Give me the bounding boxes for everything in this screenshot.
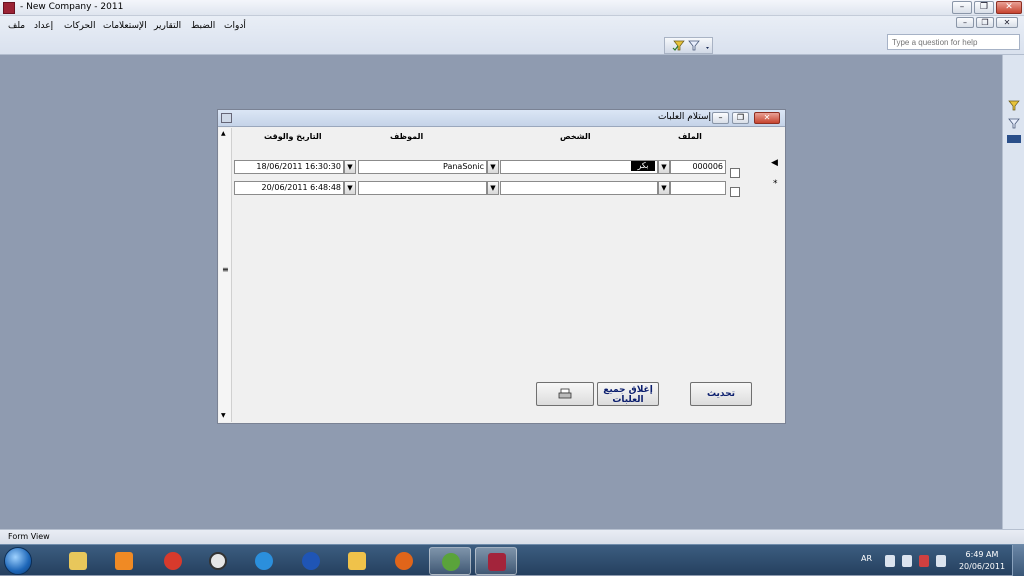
taskbar-live-messenger[interactable] — [429, 547, 471, 575]
row-checkbox[interactable] — [730, 168, 740, 178]
form-restore-button[interactable]: ❐ — [732, 112, 749, 124]
start-button[interactable] — [4, 547, 32, 575]
language-indicator[interactable]: AR — [861, 554, 872, 563]
row-checkbox[interactable] — [730, 187, 740, 197]
employee-dropdown-icon[interactable]: ▼ — [487, 160, 499, 174]
access-app-icon[interactable] — [3, 2, 15, 14]
header-datetime: التاريخ والوقت — [264, 132, 322, 141]
menu-settings[interactable]: الضبط — [191, 21, 215, 31]
menu-setup[interactable]: إعداد — [34, 21, 53, 31]
form-title: إستلام العلبات — [657, 112, 711, 122]
minimize-button[interactable]: – — [952, 1, 972, 14]
file-field[interactable] — [670, 181, 726, 195]
taskbar-explorer[interactable] — [57, 547, 99, 575]
record-selector-current-icon[interactable]: ◀ — [771, 158, 778, 168]
messenger-icon — [302, 552, 320, 570]
scroll-up-icon[interactable]: ▲ — [221, 130, 226, 137]
filter-icon[interactable] — [688, 40, 700, 51]
taskbar-pin[interactable] — [152, 547, 194, 575]
window-title: - New Company - 2011 — [20, 2, 124, 12]
form-minimize-button[interactable]: – — [712, 112, 729, 124]
clock-icon — [209, 552, 227, 570]
header-person: الشخص — [560, 132, 591, 141]
toolbar-options-icon[interactable] — [706, 47, 709, 49]
pushpin-icon — [164, 552, 182, 570]
datetime-field[interactable]: 18/06/2011 16:30:30 — [234, 160, 344, 174]
folder-icon — [69, 552, 87, 570]
taskbar-access[interactable] — [475, 547, 517, 575]
close-button[interactable]: ✕ — [996, 1, 1022, 14]
scroll-thumb[interactable]: ≡ — [222, 265, 229, 274]
menu-reports[interactable]: التقارير — [154, 21, 181, 31]
view-mode-text: Form View — [8, 532, 50, 541]
docked-toolbar — [1002, 55, 1024, 529]
person-field[interactable] — [500, 181, 658, 195]
record-selector-new-icon[interactable]: * — [773, 179, 778, 189]
filter-toolbar — [664, 37, 713, 54]
taskbar-media[interactable] — [103, 547, 145, 575]
doc-restore-button[interactable]: ❐ — [976, 17, 994, 28]
menu-file[interactable]: ملف — [8, 21, 25, 31]
datetime-field[interactable]: 20/06/2011 6:48:48 — [234, 181, 344, 195]
scroll-down-icon[interactable]: ▼ — [221, 412, 226, 419]
printer-icon — [558, 388, 572, 399]
menu-tools[interactable]: أدوات — [224, 21, 246, 31]
menu-bar: ملف إعداد الحركات الإستعلامات التقارير ا… — [0, 16, 1024, 55]
mail-icon — [348, 552, 366, 570]
restore-button[interactable]: ❐ — [974, 1, 994, 14]
help-search-input[interactable] — [887, 34, 1020, 50]
employee-field[interactable]: PanaSonic — [358, 160, 487, 174]
form-icon[interactable] — [221, 113, 232, 123]
title-bar: - New Company - 2011 – ❐ ✕ — [0, 0, 1024, 16]
taskbar-mail[interactable] — [336, 547, 378, 575]
status-bar: Form View — [0, 529, 1024, 544]
form-body: ▲ ≡ ▼ الملف الشخص الموظف التاريخ والوقت … — [218, 127, 785, 423]
form-window: إستلام العلبات – ❐ ✕ ▲ ≡ ▼ الملف الشخص ا… — [217, 109, 786, 424]
datetime-dropdown-icon[interactable]: ▼ — [344, 160, 356, 174]
taskbar-clock[interactable] — [197, 547, 239, 575]
toolbar-options-icon[interactable] — [1007, 135, 1021, 143]
taskbar-firefox[interactable] — [383, 547, 425, 575]
internet-explorer-icon — [255, 552, 273, 570]
network-icon[interactable] — [919, 555, 929, 567]
person-dropdown-icon[interactable]: ▼ — [658, 181, 670, 195]
close-all-button[interactable]: إغلاق جميع العلبات — [597, 382, 659, 406]
header-file: الملف — [678, 132, 702, 141]
taskbar: AR 6:49 AM 20/06/2011 — [0, 544, 1024, 576]
clock-date[interactable]: 20/06/2011 — [958, 562, 1006, 571]
volume-icon[interactable] — [936, 555, 946, 567]
taskbar-ie[interactable] — [243, 547, 285, 575]
employee-dropdown-icon[interactable]: ▼ — [487, 181, 499, 195]
doc-close-button[interactable]: ✕ — [996, 17, 1018, 28]
vertical-scrollbar[interactable]: ▲ ≡ ▼ — [219, 128, 232, 422]
menu-queries[interactable]: الإستعلامات — [103, 21, 147, 31]
header-employee: الموظف — [390, 132, 424, 141]
refresh-button[interactable]: تحديث — [690, 382, 752, 406]
filter-icon[interactable] — [1008, 118, 1020, 129]
show-desktop-button[interactable] — [1012, 545, 1024, 576]
toggle-filter-icon[interactable] — [672, 40, 685, 51]
taskbar-messenger[interactable] — [290, 547, 332, 575]
people-icon — [442, 553, 460, 571]
person-dropdown-icon[interactable]: ▼ — [658, 160, 670, 174]
person-value: بكر — [631, 161, 655, 171]
form-close-button[interactable]: ✕ — [754, 112, 780, 124]
datetime-dropdown-icon[interactable]: ▼ — [344, 181, 356, 195]
file-field[interactable]: 000006 — [670, 160, 726, 174]
menu-transactions[interactable]: الحركات — [64, 21, 96, 31]
employee-field[interactable] — [358, 181, 487, 195]
tray-arrow-icon[interactable] — [885, 555, 895, 567]
doc-minimize-button[interactable]: – — [956, 17, 974, 28]
access-icon — [488, 553, 506, 571]
battery-icon[interactable] — [902, 555, 912, 567]
form-title-bar: إستلام العلبات – ❐ ✕ — [218, 110, 785, 127]
print-button[interactable] — [536, 382, 594, 406]
clock-time[interactable]: 6:49 AM — [958, 550, 1006, 559]
firefox-icon — [395, 552, 413, 570]
toggle-filter-icon[interactable] — [1008, 100, 1020, 111]
media-player-icon — [115, 552, 133, 570]
